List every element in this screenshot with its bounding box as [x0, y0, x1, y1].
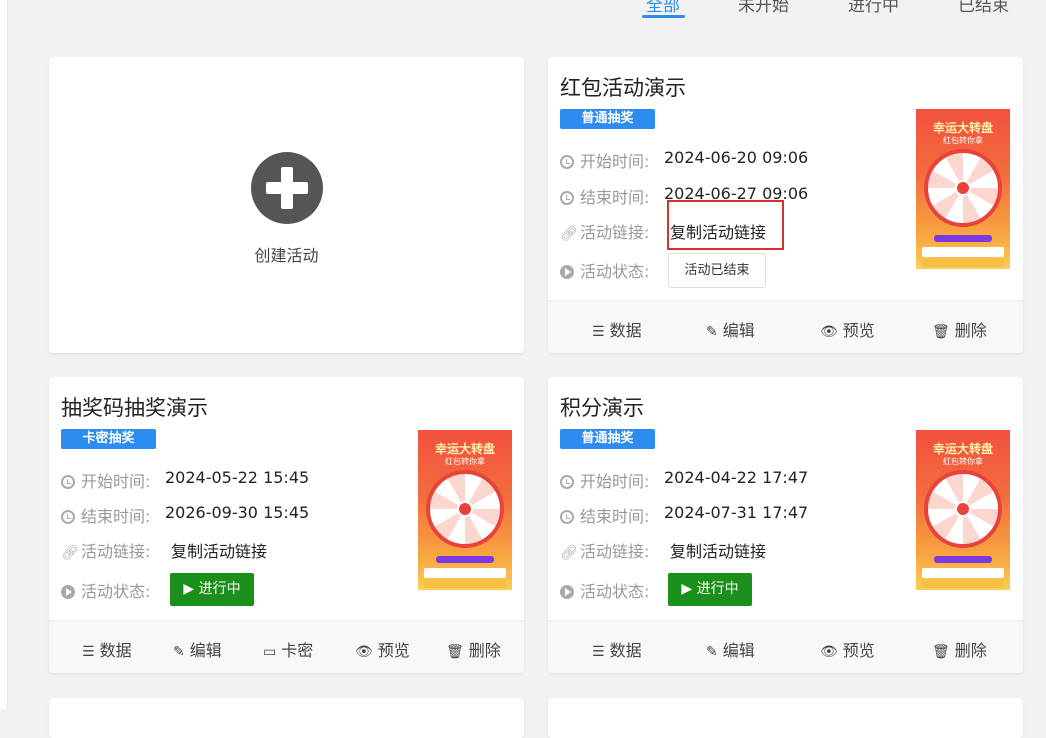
tab-all[interactable]: 全部 [646, 0, 680, 16]
trash-icon: 🗑︎ [932, 644, 950, 660]
list-icon: ☰ [82, 644, 95, 660]
status-label: 活动状态: [580, 582, 650, 601]
copy-link-button[interactable]: 复制活动链接 [171, 538, 267, 562]
activity-card-partial [49, 698, 524, 738]
edit-icon: ✎ [706, 644, 718, 660]
link-icon: 🔗︎ [560, 545, 578, 561]
status-badge: ▶ 进行中 [170, 573, 254, 606]
status-badge: 活动已结束 [668, 253, 766, 288]
list-icon: ☰ [592, 644, 605, 660]
preview-button[interactable]: 👁︎ 预览 [355, 637, 410, 661]
link-icon: 🔗︎ [61, 545, 79, 561]
play-icon [61, 585, 75, 599]
type-badge: 普通抽奖 [560, 109, 655, 129]
edit-icon: ✎ [706, 324, 718, 340]
start-time-label: 开始时间: [81, 472, 151, 491]
data-button[interactable]: ☰ 数据 [82, 637, 132, 661]
activity-thumbnail: 幸运大转盘 红包转你拿 [916, 430, 1010, 597]
create-activity-label[interactable]: 创建活动 [49, 242, 524, 266]
clock-icon [560, 475, 574, 489]
data-button[interactable]: ☰ 数据 [592, 317, 642, 341]
start-time-value: 2024-04-22 17:47 [664, 468, 809, 487]
edit-button[interactable]: ✎ 编辑 [706, 637, 755, 661]
delete-button[interactable]: 🗑︎ 删除 [932, 637, 987, 661]
clock-icon [61, 510, 75, 524]
preview-button[interactable]: 👁︎ 预览 [820, 637, 875, 661]
tab-not-started[interactable]: 未开始 [738, 0, 789, 16]
play-icon [560, 265, 574, 279]
play-icon [560, 585, 574, 599]
trash-icon: 🗑︎ [932, 324, 950, 340]
status-label: 活动状态: [81, 582, 151, 601]
clock-icon [560, 510, 574, 524]
edit-icon: ✎ [173, 644, 185, 660]
link-label: 活动链接: [580, 223, 650, 242]
trash-icon: 🗑︎ [446, 644, 464, 660]
copy-link-button[interactable]: 复制活动链接 [670, 538, 766, 562]
data-button[interactable]: ☰ 数据 [592, 637, 642, 661]
status-tabs: 全部 未开始 进行中 已结束 [560, 0, 1046, 24]
edit-button[interactable]: ✎ 编辑 [173, 637, 222, 661]
start-time-value: 2024-05-22 15:45 [165, 468, 310, 487]
list-icon: ☰ [592, 324, 605, 340]
card-icon: ▭ [263, 644, 277, 660]
plus-circle-icon[interactable] [251, 152, 323, 224]
card-actions: ☰ 数据 ✎ 编辑 👁︎ 预览 🗑︎ 删除 [548, 300, 1023, 353]
activity-card: 红包活动演示 普通抽奖 开始时间: 2024-06-20 09:06 结束时间: 2… [548, 57, 1023, 353]
activity-card: 积分演示 普通抽奖 开始时间: 2024-04-22 17:47 结束时间: 202… [548, 377, 1023, 673]
eye-icon: 👁︎ [820, 324, 838, 340]
end-time-label: 结束时间: [580, 188, 650, 207]
edit-button[interactable]: ✎ 编辑 [706, 317, 755, 341]
status-badge: ▶ 进行中 [668, 573, 752, 606]
link-label: 活动链接: [580, 542, 650, 561]
create-activity-card[interactable]: 创建活动 [49, 57, 524, 353]
link-icon: 🔗︎ [560, 226, 578, 242]
sidebar-edge [0, 0, 8, 709]
eye-icon: 👁︎ [355, 644, 373, 660]
end-time-label: 结束时间: [580, 507, 650, 526]
status-label: 活动状态: [580, 262, 650, 281]
clock-icon [61, 475, 75, 489]
active-tab-indicator [642, 15, 685, 18]
card-actions: ☰ 数据 ✎ 编辑 👁︎ 预览 🗑︎ 删除 [548, 620, 1023, 673]
link-label: 活动链接: [81, 542, 151, 561]
start-time-value: 2024-06-20 09:06 [664, 148, 809, 167]
card-key-button[interactable]: ▭ 卡密 [263, 637, 313, 661]
end-time-value: 2024-06-27 09:06 [664, 184, 809, 203]
activity-title: 红包活动演示 [560, 76, 686, 100]
activity-card-partial [548, 698, 1023, 738]
end-time-value: 2026-09-30 15:45 [165, 503, 310, 522]
type-badge: 普通抽奖 [560, 429, 655, 449]
end-time-value: 2024-07-31 17:47 [664, 503, 809, 522]
clock-icon [560, 191, 574, 205]
activity-title: 抽奖码抽奖演示 [61, 396, 208, 420]
clock-icon [560, 155, 574, 169]
activity-card: 抽奖码抽奖演示 卡密抽奖 开始时间: 2024-05-22 15:45 结束时间:… [49, 377, 524, 673]
delete-button[interactable]: 🗑︎ 删除 [446, 637, 501, 661]
eye-icon: 👁︎ [820, 644, 838, 660]
tab-ended[interactable]: 已结束 [958, 0, 1009, 16]
preview-button[interactable]: 👁︎ 预览 [820, 317, 875, 341]
activity-title: 积分演示 [560, 396, 644, 420]
card-actions: ☰ 数据 ✎ 编辑 ▭ 卡密 👁︎ 预览 🗑︎ 删除 [49, 620, 524, 673]
activity-thumbnail: 幸运大转盘 红包转你拿 [916, 109, 1010, 276]
tab-in-progress[interactable]: 进行中 [848, 0, 899, 16]
copy-link-button[interactable]: 复制活动链接 [670, 219, 766, 243]
start-time-label: 开始时间: [580, 472, 650, 491]
delete-button[interactable]: 🗑︎ 删除 [932, 317, 987, 341]
end-time-label: 结束时间: [81, 507, 151, 526]
type-badge: 卡密抽奖 [61, 429, 156, 449]
activity-thumbnail: 幸运大转盘 红包转你拿 [418, 430, 512, 597]
start-time-label: 开始时间: [580, 152, 650, 171]
